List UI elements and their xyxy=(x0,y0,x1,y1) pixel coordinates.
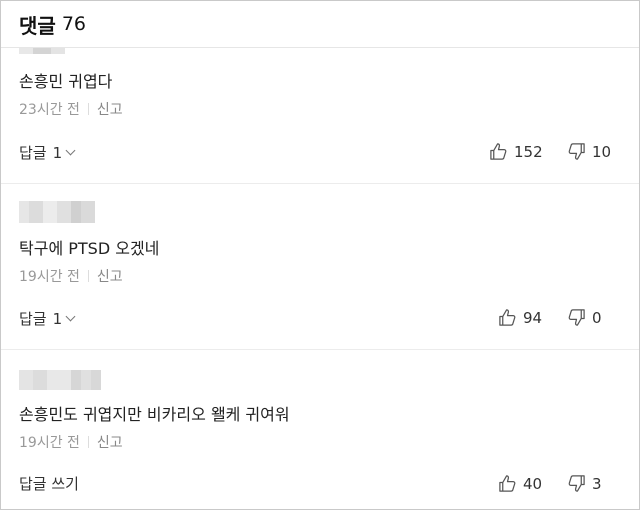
dislike-count: 0 xyxy=(592,308,602,327)
meta-divider xyxy=(87,270,89,282)
comment-item: 손흥민 귀엽다 23시간 전 신고 답글 1 152 10 xyxy=(1,48,639,184)
like-button[interactable]: 94 xyxy=(498,308,542,327)
comment-meta: 19시간 전 신고 xyxy=(19,266,123,286)
reply-count: 1 xyxy=(52,309,63,328)
thumbs-down-icon xyxy=(568,143,585,160)
thumbs-up-icon xyxy=(499,309,516,326)
comment-title: 댓글 xyxy=(19,13,56,38)
comment-item: 탁구에 PTSD 오겠네 19시간 전 신고 답글 1 94 0 xyxy=(1,184,639,350)
write-reply-button[interactable]: 답글 쓰기 xyxy=(19,473,79,494)
comment-time: 19시간 전 xyxy=(19,435,80,451)
comment-time: 19시간 전 xyxy=(19,269,80,285)
report-link[interactable]: 신고 xyxy=(97,99,123,119)
thumbs-down-icon xyxy=(568,309,585,326)
author-name-blurred xyxy=(19,370,101,390)
meta-divider xyxy=(87,103,89,115)
comment-count: 76 xyxy=(61,13,86,35)
dislike-button[interactable]: 0 xyxy=(567,308,602,327)
like-button[interactable]: 40 xyxy=(498,474,542,493)
reply-toggle-button[interactable]: 답글 1 xyxy=(19,308,76,329)
author-name-blurred xyxy=(19,48,65,54)
comment-panel: 댓글 76 손흥민 귀엽다 23시간 전 신고 답글 1 152 10 탁구에 … xyxy=(0,0,640,510)
thumbs-down-icon xyxy=(568,475,585,492)
reply-label: 답글 xyxy=(19,144,47,162)
meta-divider xyxy=(87,436,89,448)
comment-header: 댓글 76 xyxy=(1,1,639,48)
thumbs-up-icon xyxy=(499,475,516,492)
author-name-blurred xyxy=(19,201,95,223)
dislike-button[interactable]: 3 xyxy=(567,474,602,493)
comment-meta: 23시간 전 신고 xyxy=(19,99,123,119)
comment-text: 손흥민도 귀엽지만 비카리오 왤케 귀여워 xyxy=(19,405,290,424)
comment-text: 탁구에 PTSD 오겠네 xyxy=(19,239,160,258)
comment-time: 23시간 전 xyxy=(19,102,80,118)
report-link[interactable]: 신고 xyxy=(97,432,123,452)
like-count: 94 xyxy=(523,308,543,327)
comment-text: 손흥민 귀엽다 xyxy=(19,72,113,91)
dislike-button[interactable]: 10 xyxy=(567,142,611,161)
comment-item: 손흥민도 귀엽지만 비카리오 왤케 귀여워 19시간 전 신고 답글 쓰기 40… xyxy=(1,350,639,509)
dislike-count: 3 xyxy=(592,474,602,493)
like-button[interactable]: 152 xyxy=(489,142,543,161)
like-count: 152 xyxy=(514,142,543,161)
comment-meta: 19시간 전 신고 xyxy=(19,432,123,452)
report-link[interactable]: 신고 xyxy=(97,266,123,286)
chevron-down-icon xyxy=(65,145,76,156)
like-count: 40 xyxy=(523,474,543,493)
thumbs-up-icon xyxy=(490,143,507,160)
reply-count: 1 xyxy=(52,143,63,162)
dislike-count: 10 xyxy=(592,142,612,161)
reply-label: 답글 xyxy=(19,310,47,328)
reply-toggle-button[interactable]: 답글 1 xyxy=(19,142,76,163)
reply-label: 답글 쓰기 xyxy=(19,475,79,493)
chevron-down-icon xyxy=(65,311,76,322)
